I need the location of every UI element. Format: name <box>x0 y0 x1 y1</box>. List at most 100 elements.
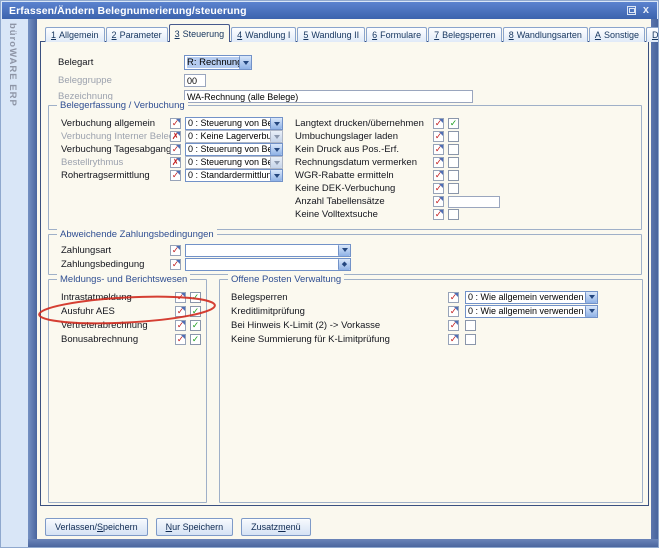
dialog-window: Erfassen/Ändern Belegnumerierung/steueru… <box>0 0 659 548</box>
rohertragsermittlung-dropdown[interactable]: 0 : Standardermittlung <box>185 169 283 182</box>
field-state-check-icon[interactable]: ✓ <box>170 259 181 270</box>
zahlungsart-dropdown[interactable] <box>185 244 351 257</box>
tab-wandlung-2[interactable]: 5Wandlung II <box>297 27 365 42</box>
group-zahlungsbedingungen-title: Abweichende Zahlungsbedingungen <box>57 229 217 240</box>
row-vertreterabrechnung: Vertreterabrechnung ✓ ✓ <box>61 318 201 332</box>
group-offene-posten-title: Offene Posten Verwaltung <box>228 274 344 285</box>
tab-steuerung[interactable]: 3Steuerung <box>169 24 231 42</box>
row-bonusabrechnung: Bonusabrechnung ✓ ✓ <box>61 332 201 346</box>
frame-bar-left <box>28 19 37 548</box>
belegart-dropdown[interactable]: R: Rechnung <box>184 55 252 70</box>
field-state-check-icon[interactable]: ✓ <box>433 144 444 155</box>
row-bestellrythmus: Bestellrythmus ✗ 0 : Steuerung von Beleg… <box>61 156 283 169</box>
row-belegsperren: Belegsperren ✓ 0 : Wie allgemein verwend… <box>231 290 598 304</box>
group-zahlungsbedingungen: Abweichende Zahlungsbedingungen Zahlungs… <box>48 234 642 275</box>
frame-bar-bottom <box>28 539 659 548</box>
verbuchung-tagesabgang-dropdown[interactable]: 0 : Steuerung von Belegart <box>185 143 283 156</box>
verbuchung-interner-beleg-dropdown: 0 : Keine Lagerverbuchung <box>185 130 283 143</box>
field-state-check-icon[interactable]: ✓ <box>433 196 444 207</box>
row-hinweis-k-limit: Bei Hinweis K-Limit (2) -> Vorkasse ✓ <box>231 318 598 332</box>
group-belegerfassung: Belegerfassung / Verbuchung Verbuchung a… <box>48 105 642 230</box>
kreditlimitpruefung-dropdown[interactable]: 0 : Wie allgemein verwenden <box>465 305 598 318</box>
row-kein-druck: Kein Druck aus Pos.-Erf. ✓ <box>295 143 500 156</box>
chevron-down-icon <box>270 144 282 155</box>
zusatzmenue-button[interactable]: Zusatzmenü <box>241 518 311 536</box>
zahlungsbedingung-lookup[interactable]: ◆ <box>185 258 351 271</box>
field-state-check-icon[interactable]: ✓ <box>433 183 444 194</box>
field-state-check-icon[interactable]: ✓ <box>448 292 459 303</box>
vertreterabrechnung-checkbox[interactable]: ✓ <box>190 320 201 331</box>
field-state-cross-icon[interactable]: ✗ <box>170 131 181 142</box>
keine-summierung-checkbox[interactable] <box>465 334 476 345</box>
tab-parameter[interactable]: 2Parameter <box>106 27 168 42</box>
row-keine-dek: Keine DEK-Verbuchung ✓ <box>295 182 500 195</box>
tab-allgemein[interactable]: 1Allgemein <box>45 27 105 42</box>
row-rohertragsermittlung: Rohertragsermittlung ✓ 0 : Standardermit… <box>61 169 283 182</box>
bonusabrechnung-checkbox[interactable]: ✓ <box>190 334 201 345</box>
field-state-check-icon[interactable]: ✓ <box>433 170 444 181</box>
title-bar[interactable]: Erfassen/Ändern Belegnumerierung/steueru… <box>2 2 657 19</box>
close-icon[interactable]: x <box>643 5 649 16</box>
anzahl-tabellensaetze-input[interactable] <box>448 196 500 208</box>
field-state-check-icon[interactable]: ✓ <box>175 306 186 317</box>
row-keine-volltextsuche: Keine Volltextsuche ✓ <box>295 208 500 221</box>
field-state-check-icon[interactable]: ✓ <box>433 157 444 168</box>
chevron-down-icon <box>270 131 282 142</box>
intrastatmeldung-checkbox[interactable]: ✓ <box>190 292 201 303</box>
op-rows: Belegsperren ✓ 0 : Wie allgemein verwend… <box>231 290 598 346</box>
belegerfassung-right-rows: Langtext drucken/übernehmen ✓ ✓ Umbuchun… <box>295 117 500 221</box>
group-meldungswesen: Meldungs- und Berichtswesen Intrastatmel… <box>48 279 207 503</box>
row-wgr-rabatte: WGR-Rabatte ermitteln ✓ <box>295 169 500 182</box>
field-state-cross-icon[interactable]: ✗ <box>170 157 181 168</box>
field-state-check-icon[interactable]: ✓ <box>433 209 444 220</box>
row-verbuchung-tagesabgang: Verbuchung Tagesabgang ✓ 0 : Steuerung v… <box>61 143 283 156</box>
vorkasse-checkbox[interactable] <box>465 320 476 331</box>
keine-volltextsuche-checkbox[interactable] <box>448 209 459 220</box>
field-state-check-icon[interactable]: ✓ <box>175 320 186 331</box>
field-state-check-icon[interactable]: ✓ <box>448 334 459 345</box>
field-state-check-icon[interactable]: ✓ <box>170 170 181 181</box>
field-state-check-icon[interactable]: ✓ <box>448 306 459 317</box>
lookup-diamond-icon: ◆ <box>338 259 350 270</box>
nur-speichern-button[interactable]: Nur Speichern <box>156 518 234 536</box>
row-umbuchungslager: Umbuchungslager laden ✓ <box>295 130 500 143</box>
row-anzahl-tabellensaetze: Anzahl Tabellensätze ✓ <box>295 195 500 208</box>
field-state-check-icon[interactable]: ✓ <box>175 334 186 345</box>
beleggruppe-input[interactable] <box>184 74 206 87</box>
verlassen-speichern-button[interactable]: Verlassen/Speichern <box>45 518 148 536</box>
field-state-check-icon[interactable]: ✓ <box>170 144 181 155</box>
umbuchungslager-checkbox[interactable] <box>448 131 459 142</box>
row-zahlungsbedingung: Zahlungsbedingung ✓ ◆ <box>61 257 351 271</box>
row-rechnungsdatum: Rechnungsdatum vermerken ✓ <box>295 156 500 169</box>
ausfuhr-aes-checkbox[interactable]: ✓ <box>190 306 201 317</box>
wgr-rabatte-checkbox[interactable] <box>448 170 459 181</box>
verbuchung-allgemein-dropdown[interactable]: 0 : Steuerung von Belegart <box>185 117 283 130</box>
tab-wfl-tb[interactable]: DWFL/TB <box>646 27 659 42</box>
bezeichnung-input[interactable] <box>184 90 473 103</box>
dialog-content: 1Allgemein 2Parameter 3Steuerung 4Wandlu… <box>37 19 651 539</box>
kein-druck-checkbox[interactable] <box>448 144 459 155</box>
field-state-check-icon[interactable]: ✓ <box>433 131 444 142</box>
field-state-check-icon[interactable]: ✓ <box>448 320 459 331</box>
chevron-down-icon <box>270 118 282 129</box>
chevron-down-icon <box>338 245 350 256</box>
meldung-rows: Intrastatmeldung ✓ ✓ Ausfuhr AES ✓ ✓ Ver… <box>61 290 201 346</box>
field-state-check-icon[interactable]: ✓ <box>170 245 181 256</box>
chevron-down-icon <box>270 170 282 181</box>
field-state-check-icon[interactable]: ✓ <box>175 292 186 303</box>
tab-sonstige[interactable]: ASonstige <box>589 27 645 42</box>
field-state-check-icon[interactable]: ✓ <box>433 118 444 129</box>
rechnungsdatum-checkbox[interactable] <box>448 157 459 168</box>
langtext-drucken-checkbox[interactable]: ✓ <box>448 118 459 129</box>
chevron-down-icon <box>585 292 597 303</box>
tab-wandlungsarten[interactable]: 8Wandlungsarten <box>503 27 588 42</box>
restore-icon[interactable] <box>627 6 636 15</box>
field-state-check-icon[interactable]: ✓ <box>170 118 181 129</box>
tab-wandlung-1[interactable]: 4Wandlung I <box>231 27 296 42</box>
tab-belegsperren[interactable]: 7Belegsperren <box>428 27 502 42</box>
belegsperren-dropdown[interactable]: 0 : Wie allgemein verwenden <box>465 291 598 304</box>
tab-formulare[interactable]: 6Formulare <box>366 27 427 42</box>
group-belegerfassung-title: Belegerfassung / Verbuchung <box>57 100 188 111</box>
keine-dek-checkbox[interactable] <box>448 183 459 194</box>
beleggruppe-label: Beleggruppe <box>58 75 112 86</box>
